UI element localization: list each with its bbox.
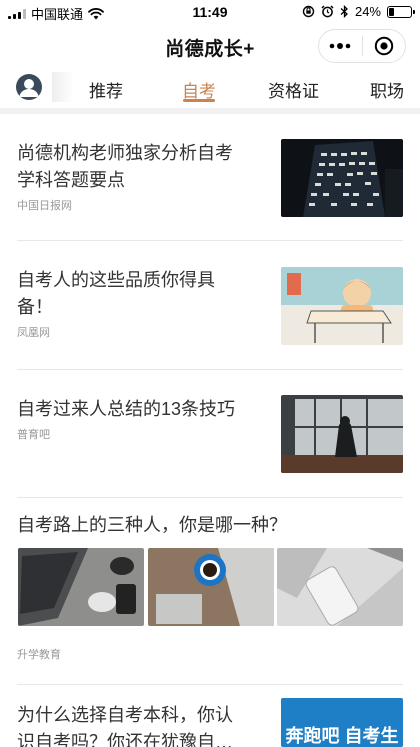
bluetooth-icon (340, 5, 348, 18)
article-thumbnail[interactable] (281, 395, 403, 473)
category-tabs: 推荐 自考 资格证 职场 (0, 68, 420, 108)
article-source-row: 升学教育 (17, 643, 403, 662)
battery-icon (387, 5, 415, 18)
close-button[interactable] (362, 30, 405, 62)
tab-recommend[interactable]: 推荐 (89, 77, 123, 102)
tab-workplace[interactable]: 职场 (370, 77, 404, 102)
tab-qualification-certificate[interactable]: 资格证 (268, 77, 319, 102)
active-tab-indicator (183, 99, 215, 102)
run-self-study-banner-image: 奔跑吧 自考生 (281, 698, 403, 747)
article-thumbnail[interactable] (281, 267, 403, 345)
status-bar-right: 24% (302, 4, 415, 19)
mini-program-capsule (318, 29, 406, 63)
more-icon (329, 43, 351, 49)
nav-bar: 尚德成长+ (0, 24, 420, 68)
close-mini-program-icon (374, 36, 393, 56)
tab-scroll-fade (52, 72, 74, 102)
divider (17, 497, 403, 498)
tabs-separator (0, 108, 420, 114)
phone-on-paper-image (277, 548, 403, 626)
status-bar: 中国联通 11:49 24% (0, 0, 420, 24)
window-silhouette-image (281, 395, 403, 473)
student-desk-illustration (281, 267, 403, 345)
article-thumbnail[interactable]: 奔跑吧 自考生 (281, 698, 403, 747)
article-image[interactable] (148, 548, 274, 626)
article-image[interactable] (277, 548, 403, 626)
divider (17, 684, 403, 685)
coffee-laptop-image (148, 548, 274, 626)
battery-level (389, 7, 395, 16)
more-button[interactable] (319, 30, 362, 62)
avatar[interactable] (16, 74, 42, 100)
user-avatar-icon (19, 79, 39, 97)
banner-text: 奔跑吧 自考生 (284, 725, 398, 746)
night-building-image (281, 139, 403, 217)
divider (17, 369, 403, 370)
article-source: 升学教育 (17, 649, 61, 661)
article-item[interactable]: 自考路上的三种人，你是哪一种？ (17, 512, 403, 539)
battery-percent: 24% (354, 4, 381, 19)
divider (17, 240, 403, 241)
alarm-icon (321, 5, 334, 18)
article-thumbnail[interactable] (281, 139, 403, 217)
orientation-lock-icon (302, 5, 315, 18)
laptop-desk-image (18, 548, 144, 626)
article-title: 自考路上的三种人，你是哪一种？ (17, 515, 287, 535)
article-image[interactable] (18, 548, 144, 626)
